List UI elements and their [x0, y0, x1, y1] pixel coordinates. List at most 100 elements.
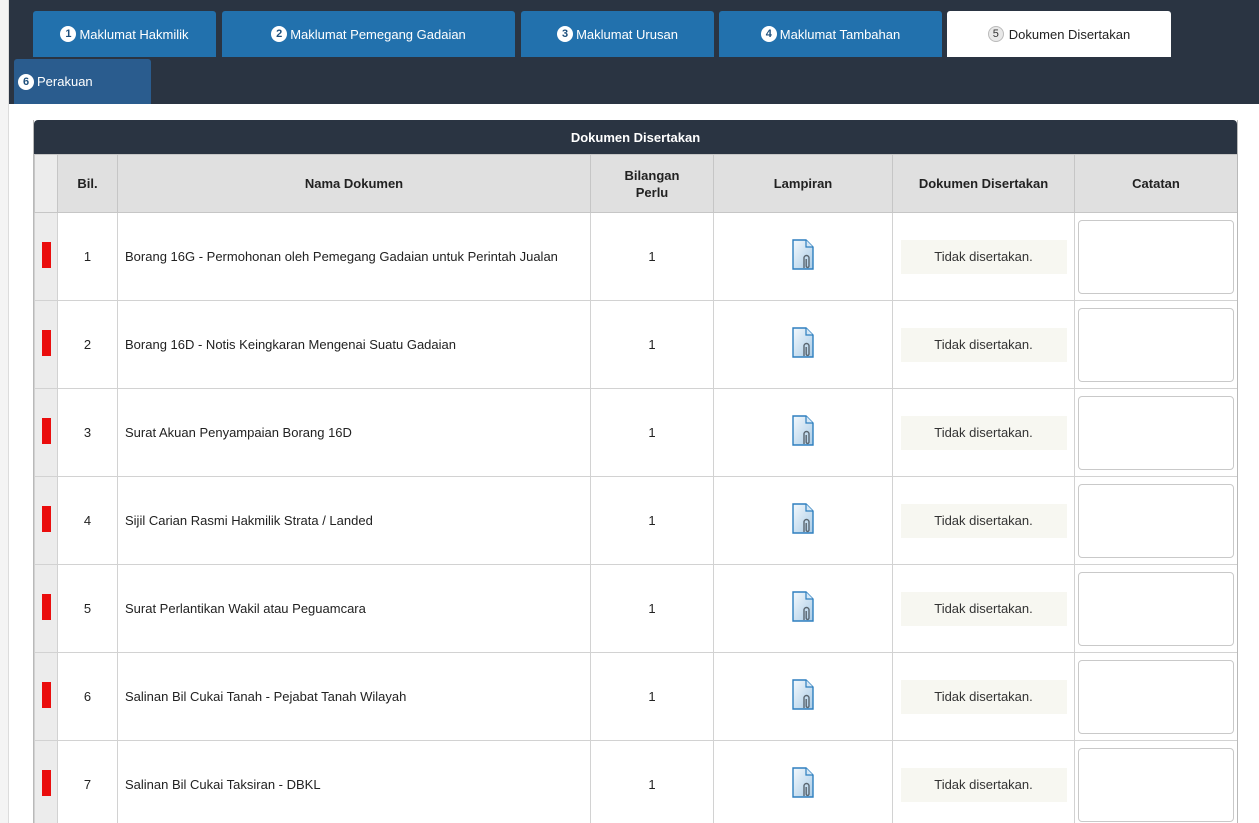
note-cell: [1074, 564, 1237, 653]
table-row: 3 Surat Akuan Penyampaian Borang 16D 1 T…: [34, 388, 1237, 477]
tab-maklumat-tambahan[interactable]: 4 Maklumat Tambahan: [719, 11, 942, 57]
required-count: 1: [590, 740, 714, 823]
included-status: Tidak disertakan.: [900, 415, 1067, 450]
document-name: Salinan Bil Cukai Tanah - Pejabat Tanah …: [117, 652, 591, 741]
paperclip-document-icon[interactable]: [790, 238, 816, 272]
required-flag-icon: [41, 242, 51, 268]
required-count: 1: [590, 476, 714, 565]
required-count: 1: [590, 300, 714, 389]
column-header-lampiran: Lampiran: [713, 154, 893, 213]
documents-panel: Dokumen Disertakan Bil. Nama Dokumen Bil…: [33, 120, 1238, 823]
table-row: 2 Borang 16D - Notis Keingkaran Mengenai…: [34, 300, 1237, 389]
included-status: Tidak disertakan.: [900, 327, 1067, 362]
included-status-cell: Tidak disertakan.: [892, 476, 1075, 565]
document-name: Surat Perlantikan Wakil atau Peguamcara: [117, 564, 591, 653]
attachment-cell: [713, 652, 893, 741]
bil-cell: 6: [57, 652, 118, 741]
table-header-row: Bil. Nama Dokumen Bilangan Perlu Lampiran…: [34, 154, 1237, 213]
flag-column-header: [34, 154, 58, 213]
catatan-input[interactable]: [1078, 571, 1234, 646]
tab-number-badge: 1: [60, 26, 77, 42]
tab-label: Dokumen Disertakan: [1008, 26, 1131, 42]
tab-label: Maklumat Urusan: [576, 26, 678, 42]
note-cell: [1074, 652, 1237, 741]
catatan-input[interactable]: [1078, 747, 1234, 822]
bil-cell: 7: [57, 740, 118, 823]
attachment-cell: [713, 476, 893, 565]
paperclip-document-icon[interactable]: [790, 678, 816, 712]
included-status-cell: Tidak disertakan.: [892, 212, 1075, 301]
required-count: 1: [590, 212, 714, 301]
included-status: Tidak disertakan.: [900, 767, 1067, 802]
column-header-catatan: Catatan: [1074, 154, 1237, 213]
included-status: Tidak disertakan.: [900, 591, 1067, 626]
tab-number-badge: 6: [18, 73, 34, 90]
included-status-cell: Tidak disertakan.: [892, 300, 1075, 389]
left-frame-border: [0, 0, 9, 823]
flag-cell: [34, 300, 58, 389]
bil-cell: 5: [57, 564, 118, 653]
tab-label: Maklumat Hakmilik: [79, 26, 189, 42]
tab-bar: 1 Maklumat Hakmilik 2 Maklumat Pemegang Ga…: [9, 0, 1259, 104]
tab-maklumat-pemegang-gadaian[interactable]: 2 Maklumat Pemegang Gadaian: [222, 11, 515, 57]
note-cell: [1074, 212, 1237, 301]
required-flag-icon: [41, 418, 51, 444]
required-flag-icon: [41, 594, 51, 620]
bil-cell: 3: [57, 388, 118, 477]
column-header-bil: Bil.: [57, 154, 118, 213]
table-row: 4 Sijil Carian Rasmi Hakmilik Strata / L…: [34, 476, 1237, 565]
included-status: Tidak disertakan.: [900, 239, 1067, 274]
tab-number-badge: 3: [557, 26, 574, 42]
column-header-dokumen-disertakan: Dokumen Disertakan: [892, 154, 1075, 213]
tab-maklumat-urusan[interactable]: 3 Maklumat Urusan: [521, 11, 714, 57]
paperclip-document-icon[interactable]: [790, 590, 816, 624]
flag-cell: [34, 388, 58, 477]
note-cell: [1074, 300, 1237, 389]
paperclip-document-icon[interactable]: [790, 414, 816, 448]
document-name: Surat Akuan Penyampaian Borang 16D: [117, 388, 591, 477]
required-count: 1: [590, 388, 714, 477]
tab-number-badge: 2: [271, 26, 288, 42]
required-flag-icon: [41, 682, 51, 708]
bil-cell: 2: [57, 300, 118, 389]
column-header-bilangan-line1: Bilangan: [624, 167, 680, 183]
document-name: Sijil Carian Rasmi Hakmilik Strata / Lan…: [117, 476, 591, 565]
required-flag-icon: [41, 506, 51, 532]
attachment-cell: [713, 388, 893, 477]
tab-label: Maklumat Pemegang Gadaian: [290, 26, 466, 42]
table-row: 7 Salinan Bil Cukai Taksiran - DBKL 1 Ti…: [34, 740, 1237, 823]
included-status: Tidak disertakan.: [900, 679, 1067, 714]
column-header-bilangan-perlu: Bilangan Perlu: [590, 154, 714, 213]
column-header-nama-dokumen: Nama Dokumen: [117, 154, 591, 213]
required-count: 1: [590, 564, 714, 653]
document-name: Borang 16D - Notis Keingkaran Mengenai S…: [117, 300, 591, 389]
flag-cell: [34, 564, 58, 653]
tab-perakuan[interactable]: 6 Perakuan: [14, 59, 151, 104]
required-count: 1: [590, 652, 714, 741]
catatan-input[interactable]: [1078, 659, 1234, 734]
attachment-cell: [713, 740, 893, 823]
tab-number-badge: 4: [760, 26, 777, 42]
catatan-input[interactable]: [1078, 395, 1234, 470]
catatan-input[interactable]: [1078, 219, 1234, 294]
tab-maklumat-hakmilik[interactable]: 1 Maklumat Hakmilik: [33, 11, 216, 57]
bil-cell: 4: [57, 476, 118, 565]
document-name: Borang 16G - Permohonan oleh Pemegang Ga…: [117, 212, 591, 301]
tab-label: Perakuan: [37, 74, 93, 89]
paperclip-document-icon[interactable]: [790, 326, 816, 360]
tab-dokumen-disertakan[interactable]: 5 Dokumen Disertakan: [947, 11, 1171, 57]
required-flag-icon: [41, 330, 51, 356]
paperclip-document-icon[interactable]: [790, 766, 816, 800]
tab-label: Maklumat Tambahan: [779, 26, 901, 42]
required-flag-icon: [41, 770, 51, 796]
table-row: 1 Borang 16G - Permohonan oleh Pemegang …: [34, 212, 1237, 301]
flag-cell: [34, 476, 58, 565]
included-status-cell: Tidak disertakan.: [892, 388, 1075, 477]
documents-table: Bil. Nama Dokumen Bilangan Perlu Lampiran…: [34, 154, 1237, 823]
flag-cell: [34, 212, 58, 301]
table-row: 6 Salinan Bil Cukai Tanah - Pejabat Tana…: [34, 652, 1237, 741]
included-status-cell: Tidak disertakan.: [892, 740, 1075, 823]
catatan-input[interactable]: [1078, 307, 1234, 382]
catatan-input[interactable]: [1078, 483, 1234, 558]
paperclip-document-icon[interactable]: [790, 502, 816, 536]
